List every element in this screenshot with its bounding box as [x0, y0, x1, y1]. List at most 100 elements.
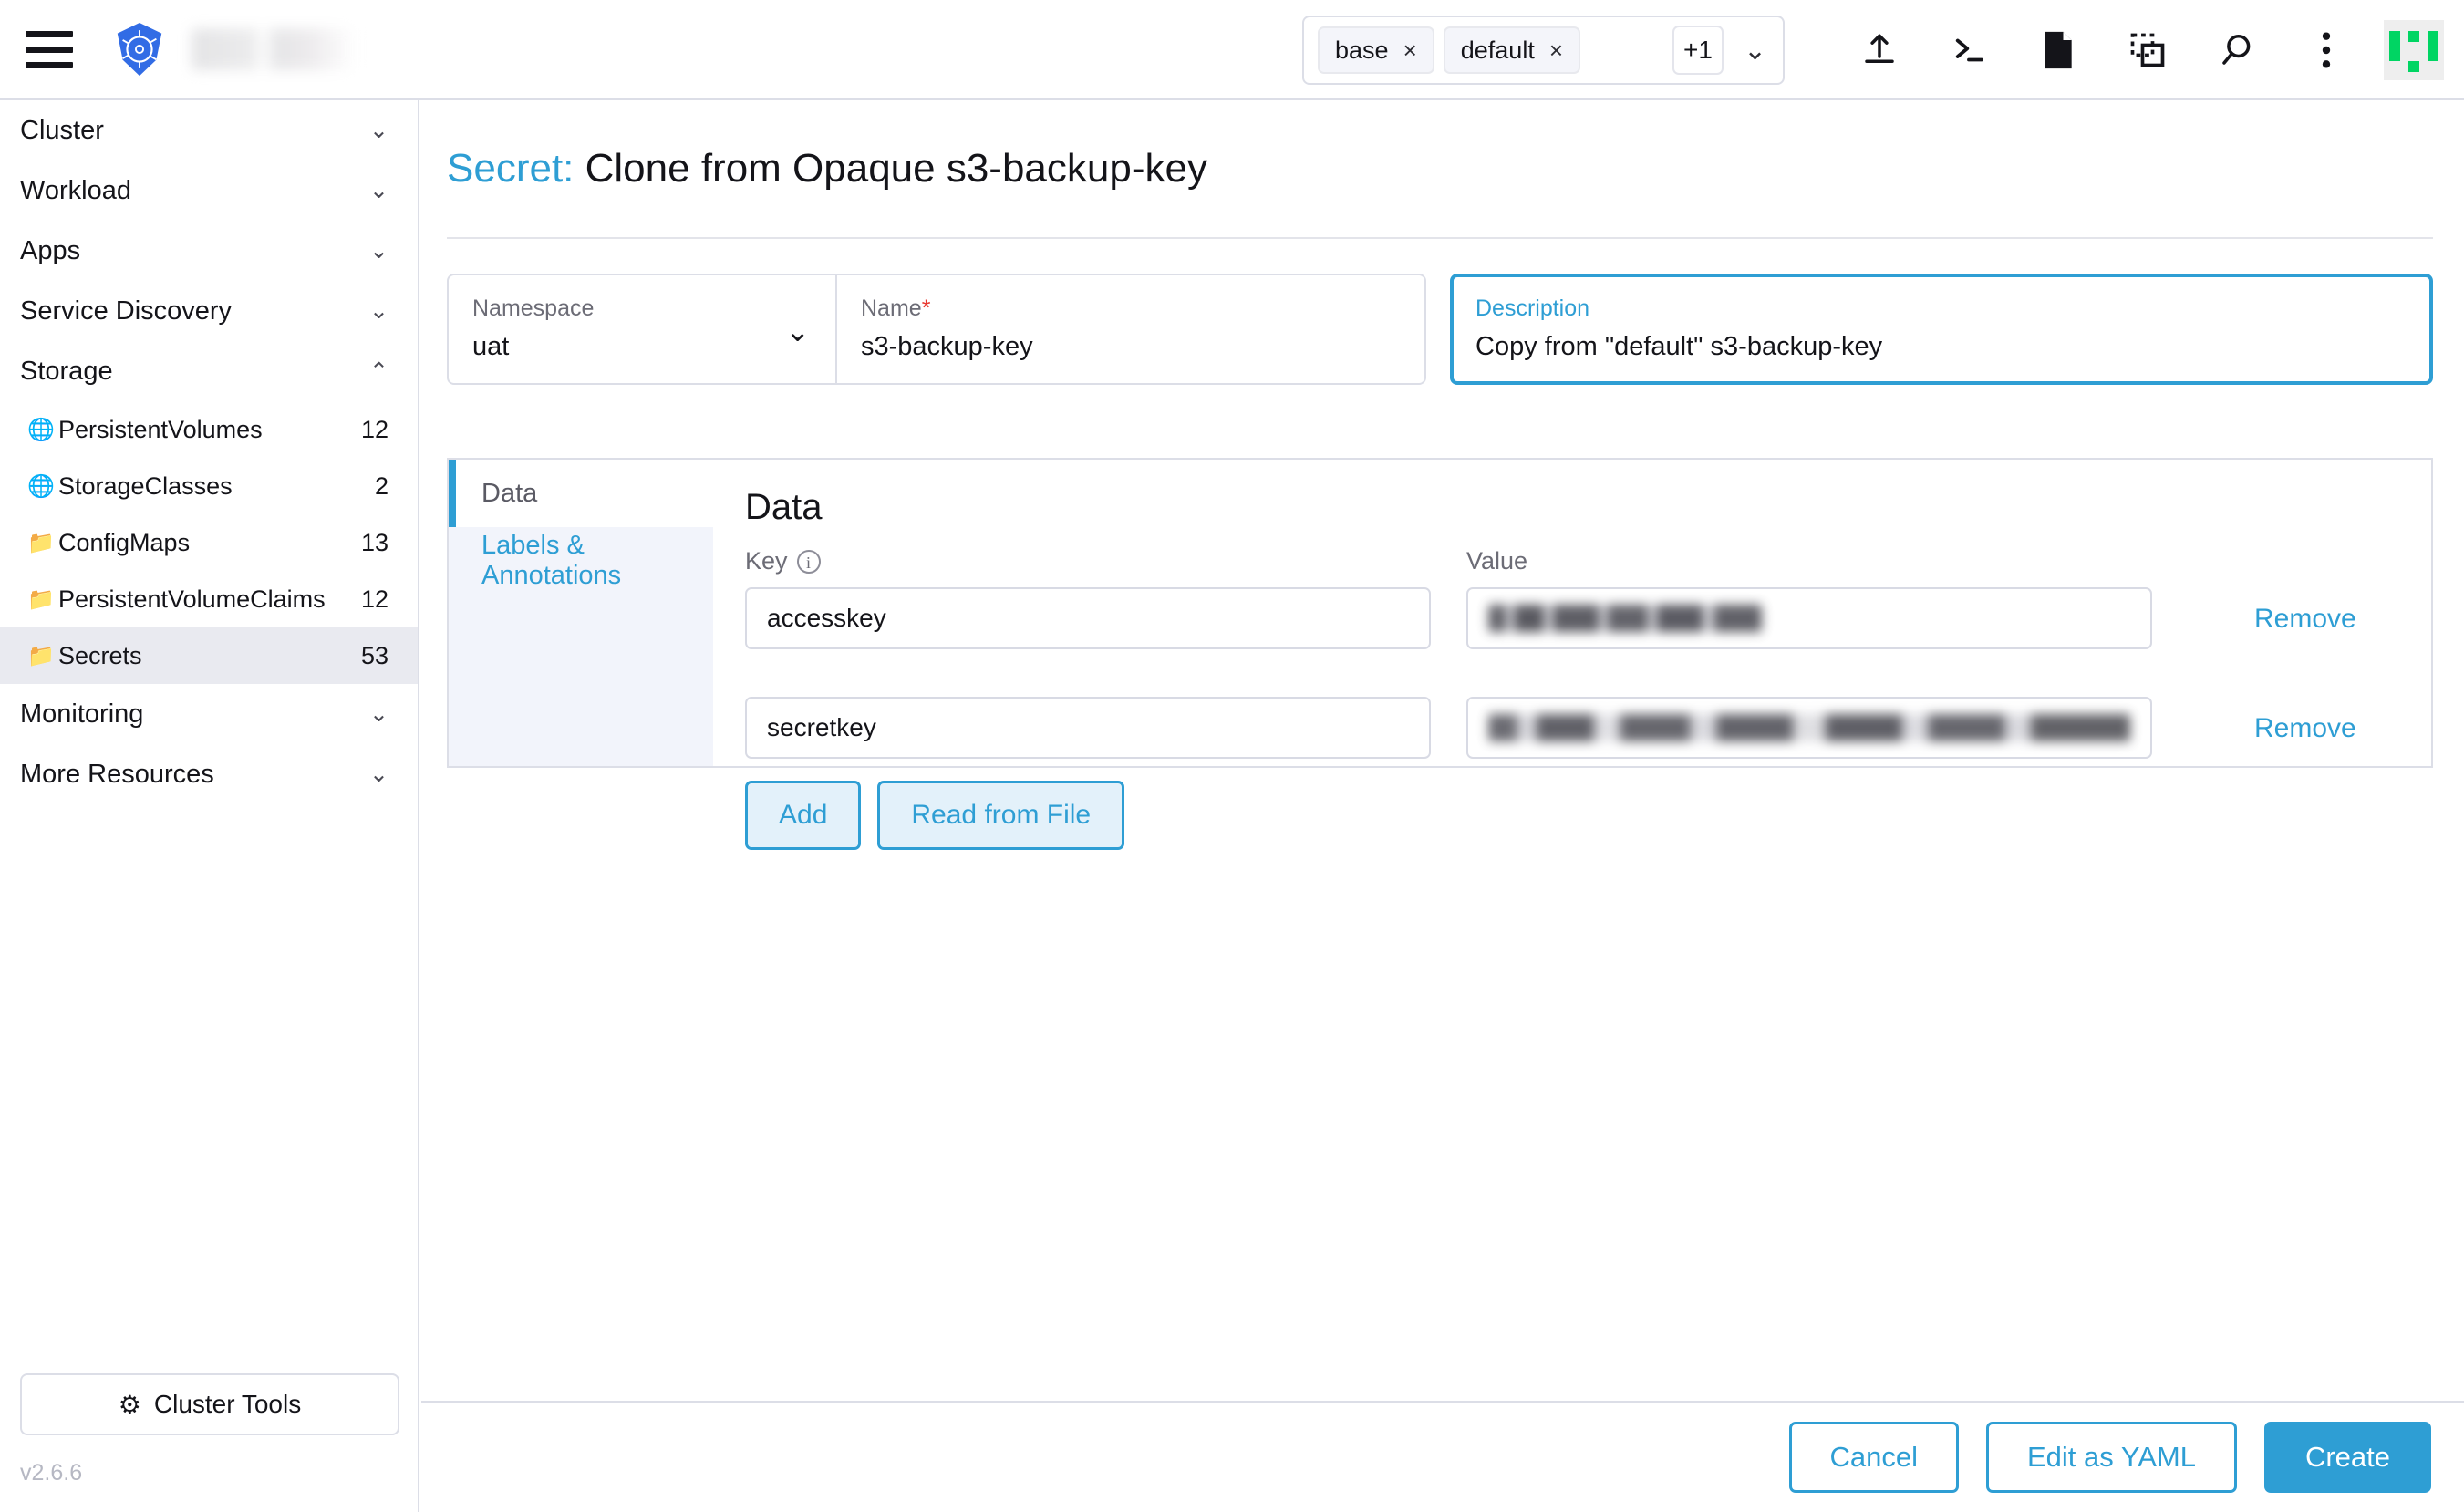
- sidebar-group-more-resources[interactable]: More Resources ⌄: [0, 744, 418, 804]
- value-input[interactable]: [1466, 697, 2152, 759]
- name-field[interactable]: Name* s3-backup-key: [837, 274, 1426, 385]
- namespace-overflow-badge[interactable]: +1: [1672, 26, 1724, 75]
- page-title-prefix: Secret:: [447, 146, 575, 191]
- sidebar-item-secrets[interactable]: 📁 Secrets 53: [0, 627, 418, 684]
- read-from-file-button[interactable]: Read from File: [877, 781, 1125, 850]
- required-asterisk: *: [921, 295, 931, 321]
- key-input[interactable]: secretkey: [745, 697, 1431, 759]
- sidebar-item-persistentvolumeclaims[interactable]: 📁 PersistentVolumeClaims 12: [0, 571, 418, 627]
- version-label: v2.6.6: [20, 1460, 83, 1486]
- create-button[interactable]: Create: [2263, 1422, 2431, 1493]
- chevron-down-icon[interactable]: ⌄: [785, 314, 810, 348]
- name-label: Name*: [861, 295, 931, 321]
- user-avatar[interactable]: [2384, 20, 2444, 80]
- sidebar-group-label: Cluster: [20, 115, 104, 145]
- sidebar-nav: Cluster ⌄ Workload ⌄ Apps ⌄ Service Disc…: [0, 100, 419, 1512]
- tab-panel-data: Data Key i Value accesskey Remove secret…: [713, 460, 2431, 850]
- sidebar-group-label: Service Discovery: [20, 295, 233, 326]
- secret-tab-card: Data Labels & Annotations Data Key i Val…: [447, 458, 2433, 850]
- namespace-select[interactable]: Namespace uat ⌄: [447, 274, 837, 385]
- data-row: secretkey Remove: [745, 697, 2423, 759]
- folder-icon: 📁: [27, 643, 55, 668]
- sidebar-group-monitoring[interactable]: Monitoring ⌄: [0, 684, 418, 744]
- chevron-down-icon: ⌄: [369, 118, 388, 143]
- sidebar-item-label: Secrets: [58, 641, 142, 669]
- cancel-button[interactable]: Cancel: [1788, 1422, 1959, 1493]
- sidebar-group-cluster[interactable]: Cluster ⌄: [0, 100, 418, 161]
- copy-kubeconfig-icon[interactable]: [2103, 0, 2192, 100]
- chevron-down-icon: ⌄: [369, 238, 388, 264]
- sidebar-item-persistentvolumes[interactable]: 🌐 PersistentVolumes 12: [0, 401, 418, 458]
- tab-rail: Data Labels & Annotations: [449, 460, 713, 766]
- hamburger-icon[interactable]: [26, 26, 82, 73]
- sidebar-group-apps[interactable]: Apps ⌄: [0, 221, 418, 281]
- sidebar-item-label: PersistentVolumeClaims: [58, 585, 326, 613]
- description-value: Copy from "default" s3-backup-key: [1475, 332, 1883, 361]
- chevron-down-icon: ⌄: [369, 298, 388, 324]
- chevron-down-icon[interactable]: ⌄: [1736, 35, 1774, 67]
- sidebar-group-label: Monitoring: [20, 699, 144, 729]
- chevron-up-icon: ⌃: [369, 358, 388, 384]
- close-icon[interactable]: ×: [1549, 38, 1563, 62]
- sidebar-item-count: 13: [360, 528, 388, 556]
- redacted-value: [1488, 714, 2130, 741]
- namespace-chip-base[interactable]: base ×: [1318, 26, 1434, 74]
- namespace-chip-label: default: [1460, 36, 1535, 64]
- info-icon[interactable]: i: [796, 549, 821, 574]
- namespace-chip-default[interactable]: default ×: [1443, 26, 1581, 74]
- edit-as-yaml-button[interactable]: Edit as YAML: [1986, 1422, 2237, 1493]
- tab-label: Data: [481, 478, 538, 508]
- kebab-menu-icon[interactable]: [2282, 0, 2371, 100]
- value-column-header: Value: [1466, 547, 1528, 575]
- value-input[interactable]: [1466, 587, 2152, 649]
- sidebar-item-count: 53: [360, 641, 388, 669]
- sidebar-item-count: 2: [374, 471, 388, 500]
- cluster-tools-button[interactable]: ⚙ Cluster Tools: [20, 1373, 399, 1435]
- description-label: Description: [1475, 295, 1590, 321]
- gear-icon: ⚙: [118, 1390, 141, 1419]
- sidebar-group-storage[interactable]: Storage ⌃: [0, 341, 418, 401]
- kubernetes-logo[interactable]: [111, 21, 168, 78]
- sidebar-group-workload[interactable]: Workload ⌄: [0, 161, 418, 221]
- sidebar-item-count: 12: [360, 585, 388, 613]
- import-upload-icon[interactable]: [1835, 0, 1924, 100]
- page-title: Secret: Clone from Opaque s3-backup-key: [447, 146, 1207, 192]
- tab-labels-annotations[interactable]: Labels & Annotations: [449, 527, 713, 595]
- redacted-value: [1488, 605, 1762, 632]
- chevron-down-icon: ⌄: [369, 178, 388, 203]
- sidebar-item-configmaps[interactable]: 📁 ConfigMaps 13: [0, 514, 418, 571]
- folder-icon: 📁: [27, 530, 55, 555]
- sidebar-item-storageclasses[interactable]: 🌐 StorageClasses 2: [0, 458, 418, 514]
- chevron-down-icon: ⌄: [369, 761, 388, 787]
- add-button[interactable]: Add: [745, 781, 862, 850]
- description-field[interactable]: Description Copy from "default" s3-backu…: [1450, 274, 2433, 385]
- tab-label: Labels & Annotations: [481, 531, 622, 590]
- title-divider: [447, 237, 2433, 239]
- key-input[interactable]: accesskey: [745, 587, 1431, 649]
- close-icon[interactable]: ×: [1403, 38, 1417, 62]
- docs-file-icon[interactable]: [2014, 0, 2103, 100]
- cluster-name-redacted: [192, 28, 356, 70]
- folder-icon: 📁: [27, 586, 55, 612]
- globe-icon: 🌐: [27, 417, 55, 442]
- sidebar-group-label: More Resources: [20, 759, 214, 789]
- name-value: s3-backup-key: [861, 332, 1033, 361]
- tab-data[interactable]: Data: [449, 460, 713, 527]
- chevron-down-icon: ⌄: [369, 701, 388, 727]
- remove-row-link[interactable]: Remove: [2254, 604, 2356, 635]
- sidebar-item-label: PersistentVolumes: [58, 415, 263, 443]
- remove-row-link[interactable]: Remove: [2254, 713, 2356, 744]
- sidebar-group-service-discovery[interactable]: Service Discovery ⌄: [0, 281, 418, 341]
- kubectl-shell-icon[interactable]: [1924, 0, 2014, 100]
- footer-actions: Cancel Edit as YAML Create: [421, 1401, 2464, 1512]
- sidebar-group-label: Apps: [20, 235, 81, 265]
- cluster-tools-label: Cluster Tools: [153, 1390, 302, 1418]
- search-icon[interactable]: [2192, 0, 2282, 100]
- data-row: accesskey Remove: [745, 587, 2423, 649]
- namespace-chip-label: base: [1335, 36, 1389, 64]
- namespace-picker[interactable]: base × default × +1 ⌄: [1302, 16, 1786, 85]
- page-title-text: Clone from Opaque s3-backup-key: [585, 146, 1207, 191]
- metadata-form-row: Namespace uat ⌄ Name* s3-backup-key Desc…: [447, 274, 2433, 385]
- globe-icon: 🌐: [27, 473, 55, 499]
- data-heading: Data: [745, 487, 823, 527]
